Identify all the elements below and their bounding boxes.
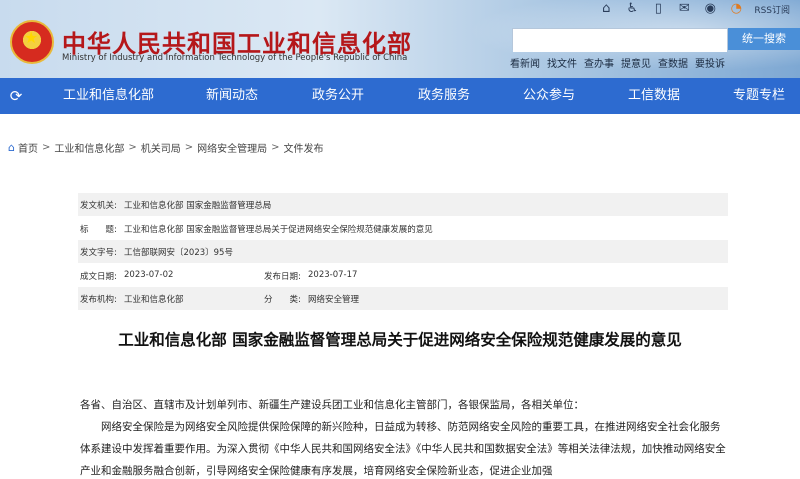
quick-link-files[interactable]: 找文件 — [547, 55, 577, 70]
site-subtitle: Ministry of Industry and Information Tec… — [62, 53, 408, 63]
info-row-publisher: 发布机构: 工业和信息化部 分 类: 网络安全管理 — [78, 287, 728, 311]
nav-item-gov-info[interactable]: 政务公开 — [312, 78, 364, 114]
document-info-table: 发文机关: 工业和信息化部 国家金融监督管理总局 标 题: 工业和信息化部 国家… — [78, 193, 728, 311]
accessibility-icon[interactable]: ♿ — [624, 2, 640, 16]
search-button[interactable]: 统一搜索 — [728, 28, 800, 50]
article-title: 工业和信息化部 国家金融监督管理总局关于促进网络安全保险规范健康发展的意见 — [118, 331, 682, 349]
article-paragraph: 网络安全保险是为网络安全风险提供保险保障的新兴险种，日益成为转移、防范网络安全风… — [80, 421, 726, 477]
quick-link-complaint[interactable]: 要投诉 — [695, 55, 725, 70]
mail-icon[interactable]: ✉ — [676, 2, 692, 16]
nav-item-data[interactable]: 工信数据 — [628, 78, 680, 114]
info-row-doc-no: 发文字号: 工信部联网安〔2023〕95号 — [78, 240, 728, 264]
breadcrumb-cybersecurity[interactable]: 网络安全管理局 — [197, 140, 267, 155]
national-emblem-icon — [10, 20, 54, 64]
search-input[interactable] — [513, 31, 727, 52]
date-label: 成文日期: — [80, 271, 117, 282]
breadcrumb-separator: > — [41, 142, 51, 153]
top-icon-bar: ⌂ ♿ ▯ ✉ ◉ ◔ RSS订阅 — [598, 2, 790, 16]
article-paragraph: 各省、自治区、直辖市及计划单列市、新疆生产建设兵团工业和信息化主管部门，各银保监… — [80, 399, 584, 411]
info-row-dates: 成文日期: 2023-07-02 发布日期: 2023-07-17 — [78, 263, 728, 287]
issuer-label: 发文机关: — [80, 201, 117, 211]
category-value: 网络安全管理 — [308, 295, 360, 305]
rss-label[interactable]: RSS订阅 — [754, 3, 790, 16]
nav-item-gov-services[interactable]: 政务服务 — [418, 78, 470, 114]
info-row-issuer: 发文机关: 工业和信息化部 国家金融监督管理总局 — [78, 193, 728, 217]
doc-no-label: 发文字号: — [80, 248, 117, 258]
info-row-title: 标 题: 工业和信息化部 国家金融监督管理总局关于促进网络安全保险规范健康发展的… — [78, 216, 728, 240]
quick-link-services[interactable]: 查办事 — [584, 55, 614, 70]
doc-no-value: 工信部联网安〔2023〕95号 — [124, 248, 233, 258]
breadcrumb-separator: > — [128, 142, 137, 153]
weibo-icon[interactable]: ◉ — [702, 2, 718, 16]
site-header: 中华人民共和国工业和信息化部 Ministry of Industry and … — [0, 0, 800, 78]
rss-icon[interactable]: ◔ — [728, 2, 744, 16]
nav-item-miit[interactable]: 工业和信息化部 — [63, 78, 154, 114]
home-icon[interactable]: ⌂ — [598, 2, 614, 16]
breadcrumb-departments[interactable]: 机关司局 — [141, 140, 181, 155]
breadcrumb-separator: > — [184, 142, 194, 153]
nav-home-icon[interactable]: ⟳ — [6, 86, 26, 106]
quick-link-feedback[interactable]: 提意见 — [621, 55, 651, 70]
quick-link-news[interactable]: 看新闻 — [510, 55, 540, 70]
publisher-label: 发布机构: — [80, 295, 117, 305]
title-label: 标 题: — [80, 224, 117, 235]
pub-date-label: 发布日期: — [264, 271, 301, 282]
nav-item-topics[interactable]: 专题专栏 — [733, 78, 785, 114]
publisher-value: 工业和信息化部 — [124, 295, 184, 305]
main-nav: ⟳ 工业和信息化部 新闻动态 政务公开 政务服务 公众参与 工信数据 专题专栏 — [0, 78, 800, 114]
category-label: 分 类: — [264, 295, 301, 305]
breadcrumb: ⌂ 首页 > 工业和信息化部 > 机关司局 > 网络安全管理局 > 文件发布 — [8, 140, 324, 155]
quick-links: 看新闻 找文件 查办事 提意见 查数据 要投诉 — [510, 55, 725, 70]
breadcrumb-documents[interactable]: 文件发布 — [284, 140, 324, 155]
title-value: 工业和信息化部 国家金融监督管理总局关于促进网络安全保险规范健康发展的意见 — [124, 224, 433, 235]
pub-date-value: 2023-07-17 — [308, 269, 358, 280]
nav-item-news[interactable]: 新闻动态 — [206, 78, 258, 114]
quick-link-data[interactable]: 查数据 — [658, 55, 688, 70]
breadcrumb-home[interactable]: 首页 — [18, 140, 38, 155]
breadcrumb-separator: > — [271, 142, 280, 153]
mobile-icon[interactable]: ▯ — [650, 2, 666, 16]
nav-item-public[interactable]: 公众参与 — [523, 78, 575, 114]
issuer-value: 工业和信息化部 国家金融监督管理总局 — [124, 201, 272, 211]
search-box — [512, 28, 728, 52]
date-value: 2023-07-02 — [124, 269, 174, 280]
breadcrumb-miit[interactable]: 工业和信息化部 — [54, 140, 124, 155]
breadcrumb-home-icon: ⌂ — [8, 141, 15, 154]
